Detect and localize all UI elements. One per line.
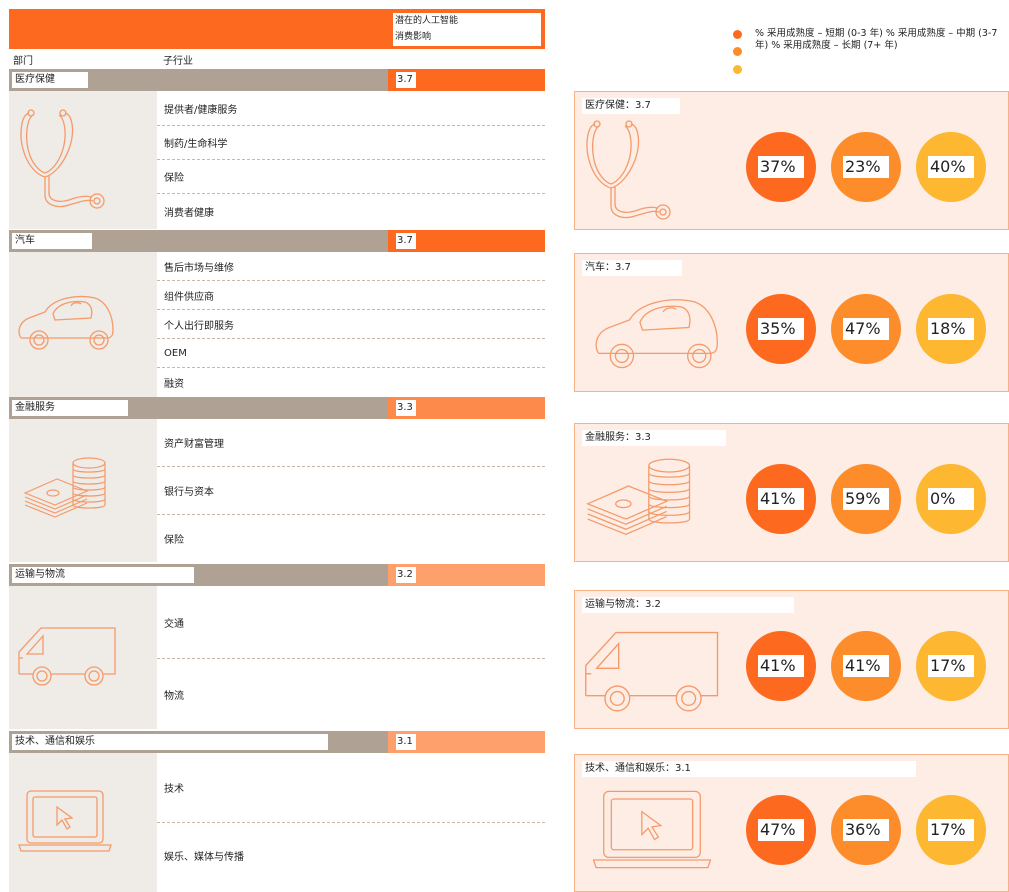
subsector-item: 融资 bbox=[164, 379, 184, 390]
money-stack-icon bbox=[586, 458, 691, 536]
pie-value-label: 41% bbox=[758, 488, 804, 510]
subsector-item: 售后市场与维修 bbox=[157, 252, 545, 281]
pie-value-label: 41% bbox=[758, 655, 804, 677]
laptop-cursor-icon bbox=[592, 790, 712, 869]
pie-mid-term: 23% bbox=[831, 132, 901, 202]
pie-value-label: 23% bbox=[843, 156, 889, 178]
sector-icon-panel bbox=[9, 91, 157, 229]
sector-name: 医疗保健 bbox=[12, 72, 88, 88]
card-title: 金融服务：3.3 bbox=[582, 430, 726, 446]
card-tech: 技术、通信和娱乐：3.1 47% 36% 17% bbox=[574, 754, 1009, 892]
pie-short-term: 47% bbox=[746, 795, 816, 865]
pie-long-term: 18% bbox=[916, 294, 986, 364]
stethoscope-icon bbox=[20, 109, 105, 209]
pie-mid-term: 36% bbox=[831, 795, 901, 865]
pie-value-label: 17% bbox=[928, 819, 974, 841]
pie-value-label: 35% bbox=[758, 318, 804, 340]
pie-value-label: 59% bbox=[843, 488, 889, 510]
subsector-item: 个人出行即服务 bbox=[157, 310, 545, 339]
score-label: 3.3 bbox=[396, 400, 416, 416]
subsector-list: 技术 娱乐、媒体与传播 bbox=[157, 753, 545, 888]
pie-long-term: 17% bbox=[916, 631, 986, 701]
pie-short-term: 41% bbox=[746, 464, 816, 534]
sector-icon-panel bbox=[9, 586, 157, 729]
car-icon bbox=[595, 299, 719, 369]
pie-value-label: 40% bbox=[928, 156, 974, 178]
pie-value-label: 36% bbox=[843, 819, 889, 841]
subsector-list: 售后市场与维修 组件供应商 个人出行即服务 OEM 融资 bbox=[157, 252, 545, 397]
subsector-item: 提供者/健康服务 bbox=[157, 91, 545, 126]
pie-value-label: 18% bbox=[928, 318, 974, 340]
card-automotive: 汽车：3.7 35% 47% 18% bbox=[574, 253, 1009, 392]
card-healthcare: 医疗保健：3.7 37% 23% 40% bbox=[574, 91, 1009, 230]
subsector-item: 消费者健康 bbox=[164, 207, 214, 219]
pie-long-term: 0% bbox=[916, 464, 986, 534]
sector-name: 技术、通信和娱乐 bbox=[12, 734, 328, 750]
score-label: 3.2 bbox=[396, 567, 416, 583]
score-label: 3.7 bbox=[396, 72, 416, 88]
subsector-item: 银行与资本 bbox=[157, 467, 545, 515]
score-label: 3.1 bbox=[396, 734, 416, 750]
subsector-item: 娱乐、媒体与传播 bbox=[164, 852, 244, 863]
sector-name: 运输与物流 bbox=[12, 567, 194, 583]
sector-table: 潜在的人工智能 消费影响 部门 子行业 医疗保健 3.7 提供者/健康服务 制药… bbox=[0, 0, 546, 892]
subsector-list: 提供者/健康服务 制药/生命科学 保险 消费者健康 bbox=[157, 91, 545, 228]
pie-short-term: 37% bbox=[746, 132, 816, 202]
stethoscope-icon bbox=[586, 120, 671, 220]
card-title: 技术、通信和娱乐：3.1 bbox=[582, 761, 916, 777]
pie-long-term: 40% bbox=[916, 132, 986, 202]
car-icon bbox=[18, 295, 114, 350]
subsector-item: 组件供应商 bbox=[157, 281, 545, 310]
subsector-item: 交通 bbox=[157, 586, 545, 659]
pie-mid-term: 47% bbox=[831, 294, 901, 364]
pie-value-label: 47% bbox=[843, 318, 889, 340]
subsector-item: 制药/生命科学 bbox=[157, 126, 545, 160]
subsector-item: OEM bbox=[157, 339, 545, 368]
pie-mid-term: 41% bbox=[831, 631, 901, 701]
pie-short-term: 41% bbox=[746, 631, 816, 701]
column-header-dept: 部门 bbox=[13, 56, 33, 67]
sector-icon-panel bbox=[9, 753, 157, 892]
sector-icon-panel bbox=[9, 419, 157, 562]
subsector-item: 保险 bbox=[157, 160, 545, 194]
subsector-list: 交通 物流 bbox=[157, 586, 545, 729]
pie-value-label: 0% bbox=[928, 488, 974, 510]
pie-long-term: 17% bbox=[916, 795, 986, 865]
impact-header-label: 潜在的人工智能 消费影响 bbox=[393, 13, 541, 46]
subsector-item: 资产财富管理 bbox=[157, 419, 545, 467]
subsector-item: 物流 bbox=[164, 690, 184, 702]
pie-value-label: 47% bbox=[758, 819, 804, 841]
pie-value-label: 41% bbox=[843, 655, 889, 677]
pie-value-label: 37% bbox=[758, 156, 804, 178]
sector-name: 汽车 bbox=[12, 233, 92, 249]
laptop-cursor-icon bbox=[18, 790, 112, 852]
legend-text: % 采用成熟度 – 短期 (0-3 年) % 采用成熟度 – 中期 (3-7 年… bbox=[755, 28, 998, 51]
card-title: 运输与物流：3.2 bbox=[582, 597, 794, 613]
legend-dot-long-term bbox=[733, 65, 742, 74]
legend-dot-mid-term bbox=[733, 47, 742, 56]
van-icon bbox=[585, 631, 719, 712]
sector-icon-panel bbox=[9, 252, 157, 397]
card-title: 汽车：3.7 bbox=[582, 260, 682, 276]
money-stack-icon bbox=[23, 457, 106, 518]
sector-name: 金融服务 bbox=[12, 400, 128, 416]
card-transport: 运输与物流：3.2 41% 41% 17% bbox=[574, 590, 1009, 729]
legend-dot-short-term bbox=[733, 30, 742, 39]
card-financial: 金融服务：3.3 41% 59% 0% bbox=[574, 423, 1009, 562]
card-title: 医疗保健：3.7 bbox=[582, 98, 680, 114]
pie-short-term: 35% bbox=[746, 294, 816, 364]
van-icon bbox=[18, 627, 116, 686]
column-header-subsector: 子行业 bbox=[163, 56, 193, 67]
subsector-list: 资产财富管理 银行与资本 保险 bbox=[157, 419, 545, 562]
subsector-item: 保险 bbox=[164, 535, 184, 546]
score-label: 3.7 bbox=[396, 233, 416, 249]
subsector-item: 技术 bbox=[157, 753, 545, 823]
pie-value-label: 17% bbox=[928, 655, 974, 677]
pie-mid-term: 59% bbox=[831, 464, 901, 534]
